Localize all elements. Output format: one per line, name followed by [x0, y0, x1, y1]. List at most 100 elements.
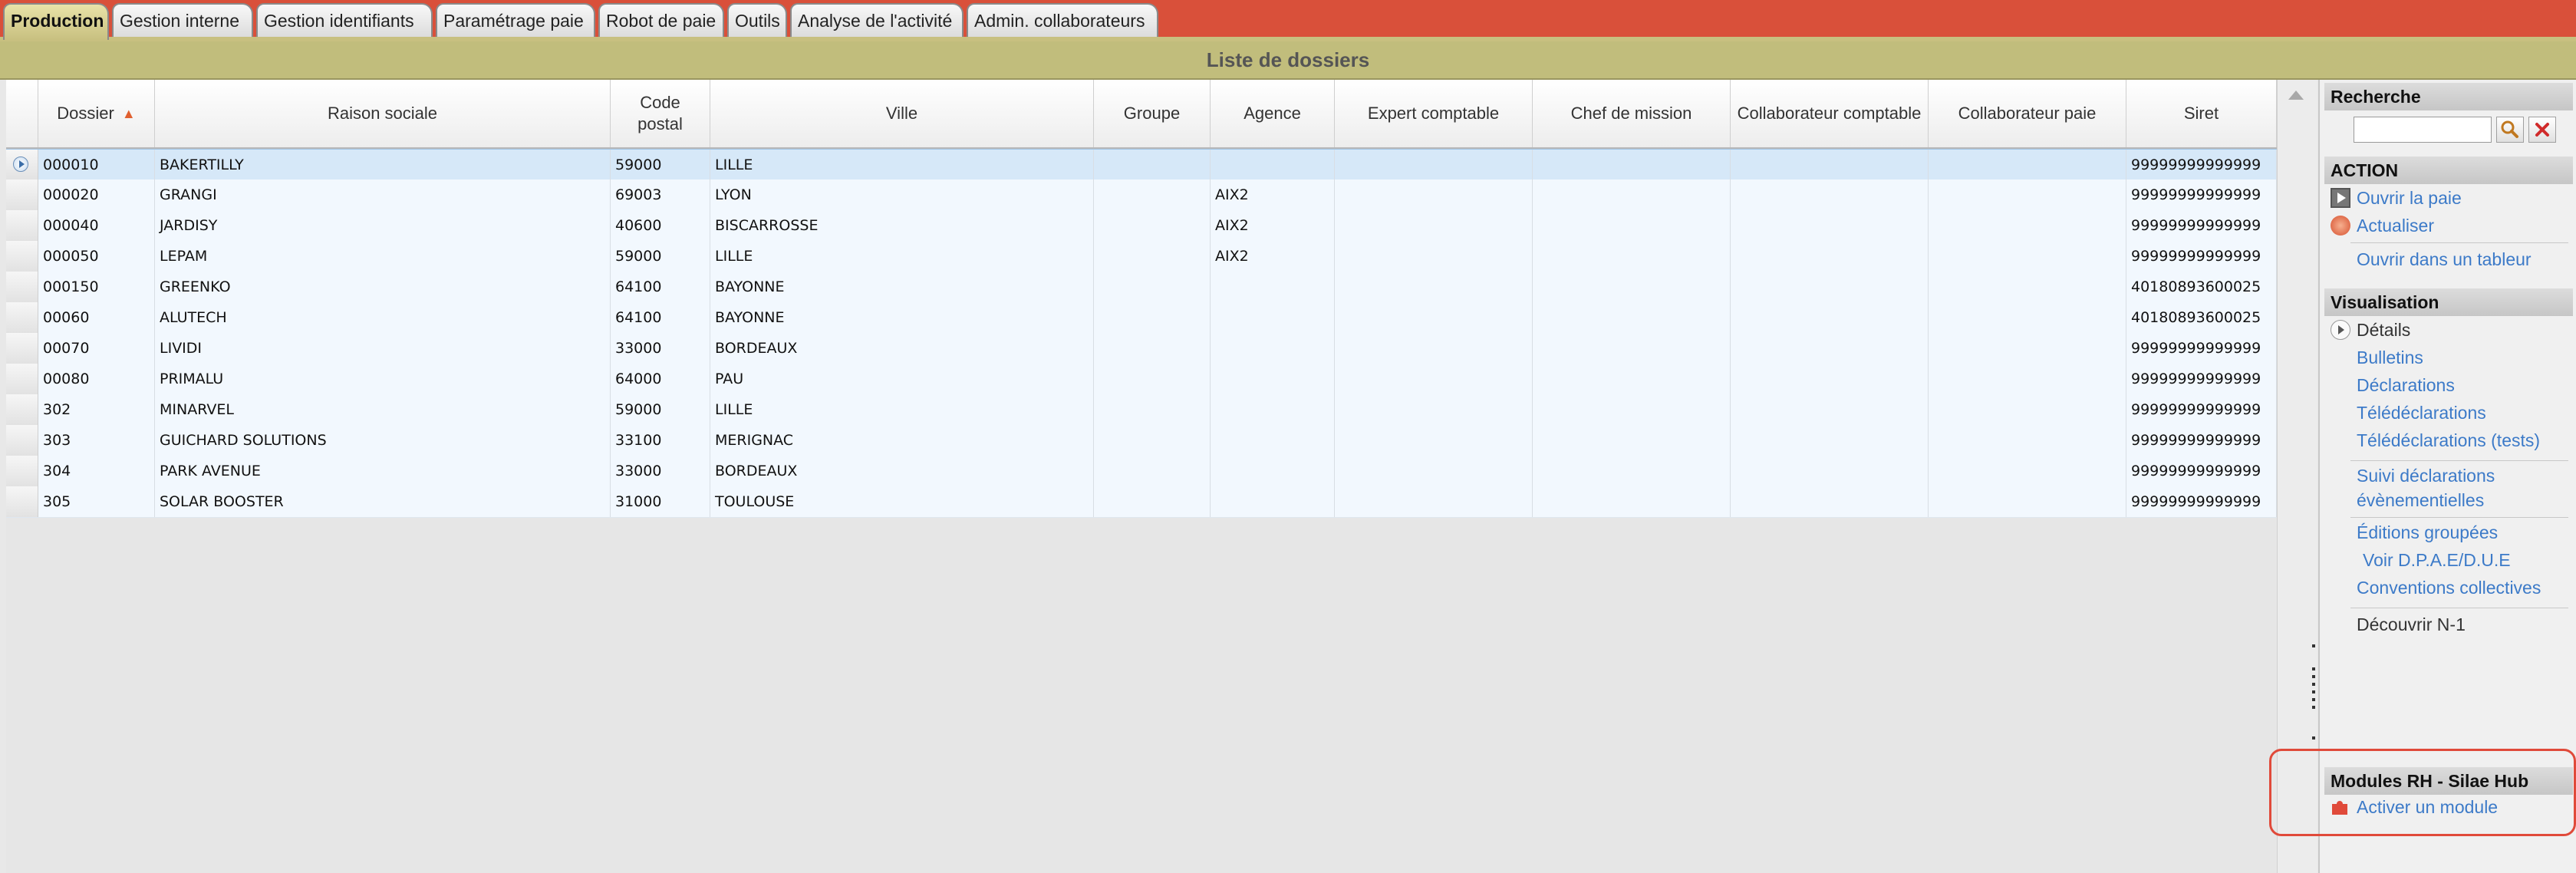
- table-row[interactable]: 000020 GRANGI 69003 LYON AIX2 9999999999…: [6, 180, 2277, 211]
- search-button[interactable]: [2496, 117, 2524, 143]
- list-title: Liste de dossiers: [0, 41, 2576, 80]
- cell-dossier: 304: [38, 456, 155, 486]
- table-row[interactable]: 305 SOLAR BOOSTER 31000 TOULOUSE 9999999…: [6, 486, 2277, 518]
- cell-collaborateur-comptable: [1731, 210, 1929, 241]
- clear-search-button[interactable]: [2528, 117, 2556, 143]
- declarations-link[interactable]: Déclarations: [2357, 373, 2455, 397]
- cell-dossier: 000150: [38, 272, 155, 302]
- tab-gestion-interne[interactable]: Gestion interne: [112, 3, 253, 37]
- table-row[interactable]: 000040 JARDISY 40600 BISCARROSSE AIX2 99…: [6, 210, 2277, 242]
- column-header-raison-sociale[interactable]: Raison sociale: [155, 80, 611, 147]
- table-row[interactable]: 00070 LIVIDI 33000 BORDEAUX 999999999999…: [6, 333, 2277, 364]
- cell-collaborateur-paie: [1929, 456, 2126, 486]
- cell-expert-comptable: [1335, 210, 1533, 241]
- table-row[interactable]: 00080 PRIMALU 64000 PAU 99999999999999: [6, 364, 2277, 395]
- table-row[interactable]: 304 PARK AVENUE 33000 BORDEAUX 999999999…: [6, 456, 2277, 487]
- cell-agence: AIX2: [1211, 241, 1335, 272]
- cell-code-postal: 33000: [611, 456, 710, 486]
- cell-groupe: [1094, 425, 1211, 456]
- column-header-expert-comptable[interactable]: Expert comptable: [1335, 80, 1533, 147]
- row-selector[interactable]: [6, 425, 38, 456]
- row-selector[interactable]: [6, 456, 38, 486]
- panel-splitter-handle[interactable]: [2312, 644, 2317, 744]
- tab-admin-collaborateurs[interactable]: Admin. collaborateurs: [967, 3, 1158, 37]
- cell-raison-sociale: ALUTECH: [155, 302, 611, 333]
- close-icon: [2535, 123, 2549, 137]
- row-selector[interactable]: [6, 180, 38, 210]
- cell-collaborateur-comptable: [1731, 364, 1929, 394]
- teledeclarations-link[interactable]: Télédéclarations: [2357, 400, 2486, 425]
- cell-collaborateur-comptable: [1731, 486, 1929, 517]
- tab-parametrage-paie[interactable]: Paramétrage paie: [436, 3, 595, 37]
- cell-code-postal: 33100: [611, 425, 710, 456]
- cell-collaborateur-paie: [1929, 302, 2126, 333]
- cell-raison-sociale: LIVIDI: [155, 333, 611, 364]
- cell-siret: 99999999999999: [2126, 486, 2277, 517]
- actualiser-link[interactable]: Actualiser: [2357, 213, 2434, 238]
- cell-collaborateur-comptable: [1731, 456, 1929, 486]
- tab-analyse-activite[interactable]: Analyse de l'activité: [790, 3, 964, 37]
- cell-code-postal: 64100: [611, 302, 710, 333]
- table-row[interactable]: 00060 ALUTECH 64100 BAYONNE 401808936000…: [6, 302, 2277, 334]
- table-row[interactable]: 303 GUICHARD SOLUTIONS 33100 MERIGNAC 99…: [6, 425, 2277, 456]
- row-selector[interactable]: [6, 302, 38, 333]
- cell-chef-de-mission: [1533, 486, 1731, 517]
- column-header-chef-de-mission[interactable]: Chef de mission: [1533, 80, 1731, 147]
- voir-dpae-due-link[interactable]: Voir D.P.A.E/D.U.E: [2363, 548, 2511, 572]
- editions-groupees-link[interactable]: Éditions groupées: [2357, 520, 2498, 545]
- cell-expert-comptable: [1335, 425, 1533, 456]
- column-header-groupe[interactable]: Groupe: [1094, 80, 1211, 147]
- table-row[interactable]: 000050 LEPAM 59000 LILLE AIX2 9999999999…: [6, 241, 2277, 272]
- cell-chef-de-mission: [1533, 272, 1731, 302]
- search-input[interactable]: [2354, 117, 2492, 143]
- ouvrir-la-paie-link[interactable]: Ouvrir la paie: [2357, 186, 2462, 210]
- scroll-up-arrow-icon[interactable]: [2288, 91, 2304, 100]
- cell-collaborateur-comptable: [1731, 180, 1929, 210]
- suivi-declarations-link[interactable]: Suivi déclarations évènementielles: [2357, 463, 2495, 512]
- teledeclarations-tests-link[interactable]: Télédéclarations (tests): [2357, 428, 2540, 453]
- column-header-code-postal[interactable]: Code postal: [611, 80, 710, 147]
- row-selector[interactable]: [6, 150, 38, 180]
- cell-raison-sociale: LEPAM: [155, 241, 611, 272]
- tab-production[interactable]: Production: [3, 3, 109, 40]
- bulletins-link[interactable]: Bulletins: [2357, 345, 2423, 370]
- row-selector[interactable]: [6, 394, 38, 425]
- tab-gestion-identifiants[interactable]: Gestion identifiants: [256, 3, 433, 37]
- cell-dossier: 00070: [38, 333, 155, 364]
- conventions-collectives-link[interactable]: Conventions collectives: [2357, 575, 2541, 600]
- cell-groupe: [1094, 333, 1211, 364]
- cell-chef-de-mission: [1533, 210, 1731, 241]
- details-item[interactable]: Détails: [2357, 318, 2410, 342]
- section-action-title: ACTION: [2324, 156, 2573, 184]
- decouvrir-n-1-item[interactable]: Découvrir N-1: [2357, 612, 2466, 637]
- column-header-collaborateur-comptable[interactable]: Collaborateur comptable: [1731, 80, 1929, 147]
- column-header-ville[interactable]: Ville: [710, 80, 1094, 147]
- table-row[interactable]: 000150 GREENKO 64100 BAYONNE 40180893600…: [6, 272, 2277, 303]
- table-row[interactable]: 000010 BAKERTILLY 59000 LILLE 9999999999…: [6, 149, 2277, 181]
- cell-ville: LILLE: [710, 241, 1094, 272]
- row-selector[interactable]: [6, 364, 38, 394]
- ouvrir-dans-un-tableur-link[interactable]: Ouvrir dans un tableur: [2357, 247, 2532, 272]
- row-selector[interactable]: [6, 333, 38, 364]
- column-header-collaborateur-paie[interactable]: Collaborateur paie: [1929, 80, 2126, 147]
- row-selector-header: [6, 80, 38, 147]
- table-row[interactable]: 302 MINARVEL 59000 LILLE 99999999999999: [6, 394, 2277, 426]
- cell-raison-sociale: GUICHARD SOLUTIONS: [155, 425, 611, 456]
- column-header-dossier[interactable]: Dossier ▲: [38, 80, 155, 147]
- cell-dossier: 00060: [38, 302, 155, 333]
- row-selector[interactable]: [6, 486, 38, 517]
- cell-ville: BAYONNE: [710, 302, 1094, 333]
- row-selector[interactable]: [6, 272, 38, 302]
- cell-raison-sociale: SOLAR BOOSTER: [155, 486, 611, 517]
- row-selector[interactable]: [6, 210, 38, 241]
- cell-groupe: [1094, 486, 1211, 517]
- tab-outils[interactable]: Outils: [727, 3, 787, 37]
- column-header-siret[interactable]: Siret: [2126, 80, 2277, 147]
- cell-collaborateur-comptable: [1731, 302, 1929, 333]
- row-selector[interactable]: [6, 241, 38, 272]
- column-header-agence[interactable]: Agence: [1211, 80, 1335, 147]
- cell-raison-sociale: BAKERTILLY: [155, 150, 611, 180]
- tab-robot-de-paie[interactable]: Robot de paie: [598, 3, 724, 37]
- play-icon: [2331, 188, 2350, 208]
- cell-code-postal: 59000: [611, 241, 710, 272]
